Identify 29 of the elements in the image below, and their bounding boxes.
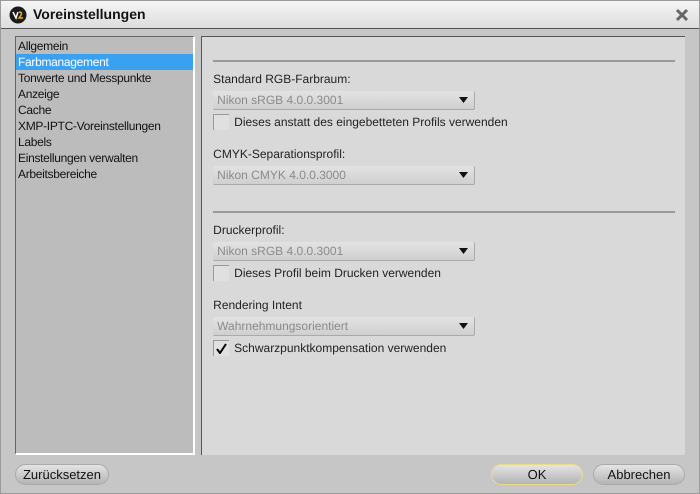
app-logo-icon	[9, 6, 27, 24]
category-item[interactable]: XMP-IPTC-Voreinstellungen	[16, 118, 194, 134]
checkbox[interactable]	[213, 265, 230, 281]
category-item[interactable]: Tonwerte und Messpunkte	[16, 70, 194, 86]
category-item[interactable]: Einstellungen verwalten	[16, 150, 194, 166]
category-item[interactable]: Arbeitsbereiche	[16, 166, 194, 182]
field-label: CMYK-Separationsprofil:	[213, 147, 346, 161]
category-item[interactable]: Allgemein	[16, 38, 194, 54]
caret-icon	[459, 97, 468, 103]
checkbox[interactable]	[213, 340, 230, 356]
checkbox-label: Dieses anstatt des eingebetteten Profils verwenden	[234, 114, 508, 131]
field-label: Standard RGB-Farbraum:	[213, 72, 351, 86]
dialog-button[interactable]: Abbrechen	[593, 464, 685, 484]
checkbox-label: Dieses Profil beim Drucken verwenden	[234, 265, 441, 282]
checkmark-icon	[216, 343, 228, 354]
category-item[interactable]: Anzeige	[16, 86, 194, 102]
caret-icon	[459, 323, 468, 329]
checkbox-label: Schwarzpunktkompensation verwenden	[234, 340, 446, 357]
close-icon[interactable]	[675, 8, 689, 22]
category-item[interactable]: Labels	[16, 134, 194, 150]
field-label: Rendering Intent	[213, 298, 302, 312]
field-label: Druckerprofil:	[213, 223, 285, 237]
dialog-button[interactable]: Zurücksetzen	[15, 464, 109, 484]
caret-icon	[459, 248, 468, 254]
window-title: Voreinstellungen	[33, 5, 147, 24]
dialog-button[interactable]: OK	[491, 464, 583, 484]
category-item[interactable]: Cache	[16, 102, 194, 118]
caret-icon	[459, 172, 468, 178]
checkbox[interactable]	[213, 114, 230, 130]
